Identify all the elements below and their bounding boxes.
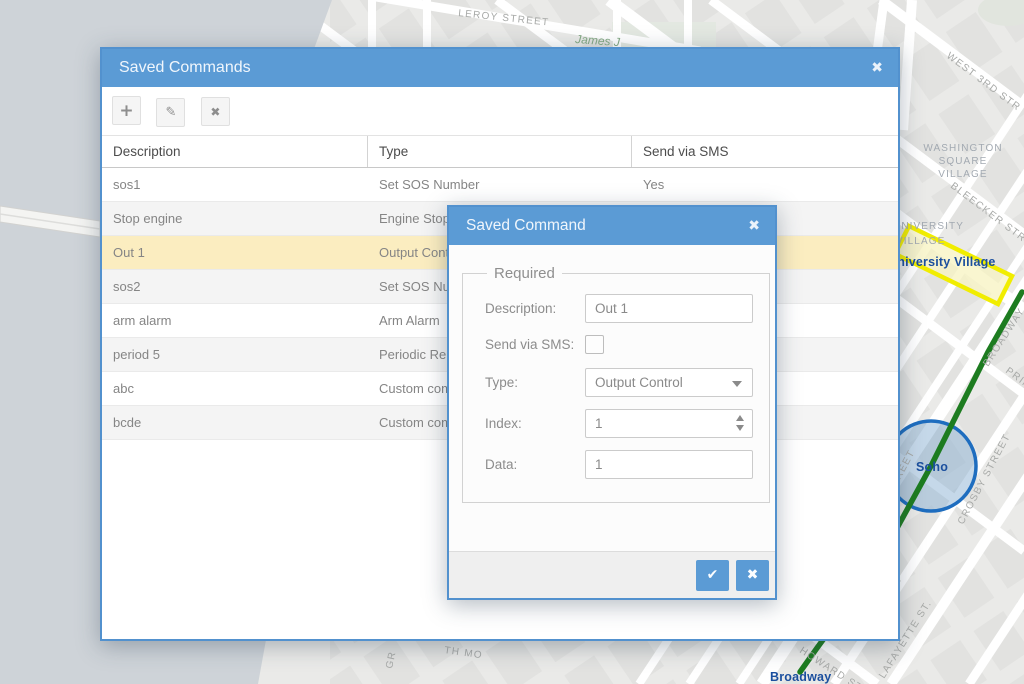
data-label: Data: — [485, 457, 585, 472]
type-select[interactable]: Output Control — [585, 368, 753, 397]
edit-command-button[interactable]: ✎ — [156, 98, 185, 127]
area-label: VILLAGE — [938, 169, 987, 180]
type-field-row: Type: Output Control — [485, 368, 753, 397]
description-label: Description: — [485, 301, 585, 316]
poi-label-broadway: Broadway — [770, 670, 831, 684]
sms-field-row: Send via SMS: — [485, 335, 753, 354]
poi-label-university-village: University Village — [888, 255, 996, 269]
x-icon: ✖ — [747, 567, 759, 583]
saved-command-header[interactable]: Saved Command ✖ — [449, 207, 775, 245]
column-header-description[interactable]: Description — [102, 136, 368, 167]
area-label: WASHINGTON — [923, 143, 1002, 154]
poi-label-soho: Soho — [916, 460, 948, 474]
description-field-row: Description: — [485, 294, 753, 323]
data-field-row: Data: — [485, 450, 753, 479]
cell-type: Set SOS Number — [368, 177, 632, 192]
cell-description: sos1 — [102, 177, 368, 192]
dialog-title: Saved Commands — [102, 59, 871, 77]
check-icon: ✔ — [707, 567, 719, 583]
cell-description: period 5 — [102, 347, 368, 362]
index-label: Index: — [485, 416, 585, 431]
spinner-down-icon[interactable] — [736, 425, 744, 431]
plus-icon: + — [119, 101, 133, 121]
table-row[interactable]: sos1 Set SOS Number Yes — [102, 168, 898, 202]
saved-command-dialog: Saved Command ✖ Required Description: Se… — [447, 205, 777, 600]
cell-description: bcde — [102, 415, 368, 430]
area-label: UNIVERSITY — [893, 221, 964, 232]
index-field-row: Index: 1 — [485, 409, 753, 438]
area-label: SQUARE — [939, 156, 988, 167]
index-value: 1 — [586, 416, 603, 431]
cell-description: arm alarm — [102, 313, 368, 328]
cell-description: Stop engine — [102, 211, 368, 226]
confirm-button[interactable]: ✔ — [696, 560, 729, 591]
type-label: Type: — [485, 375, 585, 390]
cell-description: abc — [102, 381, 368, 396]
area-label: VILLAGE — [896, 236, 945, 247]
app-window: LEROY STREET James J WEST 3RD STR WASHIN… — [0, 0, 1024, 684]
pencil-icon: ✎ — [166, 105, 177, 120]
saved-commands-header[interactable]: Saved Commands ✖ — [102, 49, 898, 87]
add-command-button[interactable]: + — [112, 96, 141, 125]
delete-command-button[interactable]: ✖ — [201, 97, 230, 126]
dialog-footer: ✔ ✖ — [449, 551, 775, 598]
fieldset-legend: Required — [487, 265, 562, 282]
stepper-arrows[interactable] — [736, 415, 744, 431]
x-icon: ✖ — [210, 105, 220, 119]
close-icon[interactable]: ✖ — [748, 218, 775, 234]
send-via-sms-checkbox[interactable] — [585, 335, 604, 354]
data-input[interactable] — [585, 450, 753, 479]
description-input[interactable] — [585, 294, 753, 323]
cell-description: sos2 — [102, 279, 368, 294]
column-header-type[interactable]: Type — [368, 136, 632, 167]
close-icon[interactable]: ✖ — [871, 60, 898, 76]
type-select-value: Output Control — [586, 375, 683, 390]
cell-sms: Yes — [632, 177, 898, 192]
dialog-title: Saved Command — [449, 217, 748, 235]
commands-toolbar: + ✎ ✖ — [102, 87, 898, 135]
table-header: Description Type Send via SMS — [102, 135, 898, 168]
chevron-down-icon — [732, 381, 742, 387]
send-via-sms-label: Send via SMS: — [485, 337, 585, 352]
required-fieldset: Required Description: Send via SMS: Type… — [462, 265, 770, 503]
column-header-sms[interactable]: Send via SMS — [632, 136, 898, 167]
cancel-button[interactable]: ✖ — [736, 560, 769, 591]
spinner-up-icon[interactable] — [736, 415, 744, 421]
cell-description: Out 1 — [102, 245, 368, 260]
index-stepper[interactable]: 1 — [585, 409, 753, 438]
